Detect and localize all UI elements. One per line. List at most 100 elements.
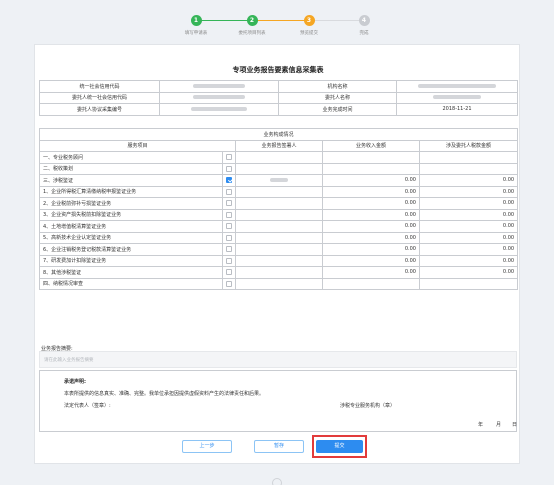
signer-cell (235, 266, 323, 279)
step-label: 委托项目列表 (238, 31, 266, 36)
header-row: 服务项目 业务报告签署人 业务收入金额 涉及委托人税款金额 (39, 139, 519, 152)
amount-cell: 0.00 (418, 266, 519, 279)
income-cell (322, 277, 420, 290)
income-cell: 0.00 (322, 197, 420, 210)
day-label: 日 (512, 422, 518, 428)
service-row: 4、土地增值税清算鉴证业务 0.00 0.00 (39, 220, 519, 233)
checkbox[interactable] (226, 246, 232, 252)
income-cell: 0.00 (322, 243, 420, 256)
service-name: 1、企业所得税汇算清缴纳税申报鉴证业务 (39, 185, 223, 198)
step-label: 完成 (359, 31, 369, 36)
income-cell (322, 162, 420, 175)
service-row: 二、税收策划 (39, 162, 519, 175)
credit-code-value (159, 80, 279, 93)
amount-cell: 0.00 (418, 208, 519, 221)
services-table: 业务构成情况 服务项目 业务报告签署人 业务收入金额 涉及委托人税款金额 一、专… (38, 128, 519, 290)
step-project-list: 2 委托项目列表 (222, 15, 282, 36)
client-name-label: 委托人名称 (278, 91, 397, 104)
service-checkbox-cell (222, 231, 236, 244)
service-name: 5、高新技术企业认定鉴证业务 (39, 231, 223, 244)
income-cell: 0.00 (322, 208, 420, 221)
step-label: 预览提交 (300, 31, 318, 36)
declaration-box: 承诺声明: 本表所提供的信息真实、准确、完整。我单位承担因提供虚假资料产生的法律… (39, 370, 517, 432)
amount-cell: 0.00 (418, 254, 519, 267)
signer-cell (235, 197, 323, 210)
income-cell: 0.00 (322, 185, 420, 198)
client-credit-value (159, 91, 279, 104)
service-name: 3、企业资产损失税前扣除鉴证业务 (39, 208, 223, 221)
service-row: 2、企业税前弥补亏损鉴证业务 0.00 0.00 (39, 197, 519, 210)
amount-cell (418, 162, 519, 175)
redacted-signer (270, 177, 288, 182)
service-checkbox-cell (222, 151, 236, 164)
amount-cell: 0.00 (418, 231, 519, 244)
contract-no-value (159, 103, 279, 116)
checkbox[interactable] (226, 269, 232, 275)
checkbox[interactable] (226, 200, 232, 206)
step-preview-submit: 3 预览提交 (279, 15, 339, 36)
service-checkbox-cell (222, 220, 236, 233)
service-checkbox-cell (222, 174, 236, 187)
credit-code-label: 统一社会信用代码 (39, 80, 160, 93)
header-signer: 业务报告签署人 (235, 139, 323, 152)
checkbox[interactable] (226, 154, 232, 160)
service-name: 7、研发费加计扣除鉴证业务 (39, 254, 223, 267)
info-row: 委托人协议采集编号 业务完成时间 2018-11-21 (39, 103, 518, 116)
declaration-body: 本表所提供的信息真实、准确、完整。我单位承担因提供虚假资料产生的法律责任和后果。 (64, 391, 265, 397)
income-cell (322, 151, 420, 164)
month-label: 月 (496, 422, 502, 428)
checkbox[interactable] (226, 223, 232, 229)
signer-cell (235, 243, 323, 256)
complete-time-label: 业务完成时间 (278, 103, 397, 116)
amount-cell (418, 151, 519, 164)
service-checkbox-cell (222, 208, 236, 221)
step-fill-form: 1 填写申请表 (166, 15, 226, 36)
declaration-title: 承诺声明: (64, 379, 86, 385)
service-row: 7、研发费加计扣除鉴证业务 0.00 0.00 (39, 254, 519, 267)
checkbox[interactable] (226, 234, 232, 241)
service-name: 三、涉税鉴证 (39, 174, 223, 187)
service-row: 6、企业注销税务登记税款清算鉴证业务 0.00 0.00 (39, 243, 519, 256)
signer-cell (235, 231, 323, 244)
checkbox[interactable] (226, 280, 232, 287)
amount-cell: 0.00 (418, 220, 519, 233)
signer-cell (235, 208, 323, 221)
signer-cell[interactable] (235, 174, 323, 187)
checkbox[interactable] (226, 211, 232, 218)
document-title: 专项业务报告要素信息采集表 (232, 66, 324, 74)
amount-cell: 0.00 (418, 185, 519, 198)
signer-cell (235, 162, 323, 175)
progress-stepper: 1 填写申请表 2 委托项目列表 3 预览提交 4 完成 (0, 0, 554, 40)
header-amount: 涉及委托人税款金额 (418, 139, 519, 152)
header-income: 业务收入金额 (322, 139, 420, 152)
summary-textarea[interactable]: 请在此输入业务报告摘要 (39, 351, 517, 368)
signer-cell (235, 220, 323, 233)
service-checkbox-cell (222, 197, 236, 210)
year-label: 年 (478, 422, 484, 428)
income-cell: 0.00 (322, 266, 420, 279)
org-name-label: 机构名称 (278, 80, 397, 93)
bottom-circle-icon (272, 478, 282, 485)
section-title: 业务构成情况 (38, 128, 519, 141)
service-name: 4、土地增值税清算鉴证业务 (39, 220, 223, 233)
service-name: 一、专业税务顾问 (39, 151, 223, 164)
amount-cell: 0.00 (418, 197, 519, 210)
signer-cell (235, 151, 323, 164)
checkbox-checked[interactable] (226, 177, 232, 183)
step-complete: 4 完成 (334, 15, 394, 36)
service-row: 三、涉税鉴证 0.00 0.00 (39, 174, 519, 187)
service-checkbox-cell (222, 162, 236, 175)
service-checkbox-cell (222, 254, 236, 267)
prev-button[interactable]: 上一步 (182, 440, 232, 453)
service-name: 2、企业税前弥补亏损鉴证业务 (39, 197, 223, 210)
service-name: 8、其他涉税鉴证 (39, 266, 223, 279)
checkbox[interactable] (226, 188, 232, 195)
signer-cell (235, 277, 323, 290)
signer-cell (235, 185, 323, 198)
save-draft-button[interactable]: 暂存 (254, 440, 304, 453)
checkbox[interactable] (226, 165, 232, 172)
checkbox[interactable] (226, 257, 232, 264)
client-name-value (396, 91, 518, 104)
service-checkbox-cell (222, 243, 236, 256)
org-seal-label: 涉税专业服务机构（章） (340, 403, 396, 409)
